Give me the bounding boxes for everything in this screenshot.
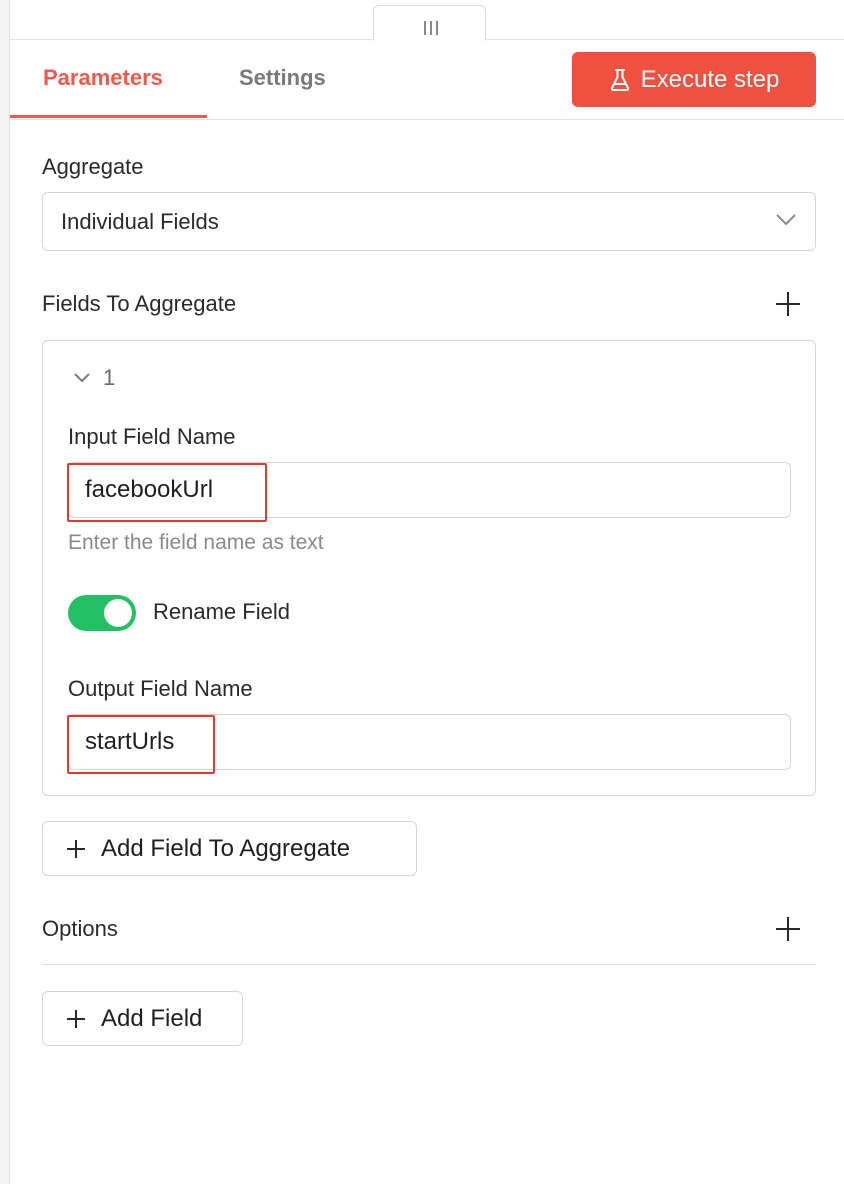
tab-bar: Parameters Settings Execute step: [10, 40, 844, 120]
drag-handle[interactable]: [373, 5, 486, 41]
active-tab-indicator: [10, 115, 207, 118]
fields-to-aggregate-label: Fields To Aggregate: [42, 291, 237, 316]
drag-handle-icon: [424, 21, 438, 35]
rename-field-label: Rename Field: [153, 599, 290, 624]
item-index: 1: [103, 365, 116, 390]
chevron-down-icon: [74, 373, 90, 383]
toggle-knob: [104, 599, 132, 627]
options-divider: [42, 964, 816, 965]
chevron-down-icon: [776, 214, 796, 226]
left-rail: [0, 0, 10, 1184]
input-field-name-input[interactable]: facebookUrl: [68, 462, 791, 518]
aggregate-label: Aggregate: [42, 154, 144, 179]
add-field-to-aggregate-button[interactable]: Add Field To Aggregate: [42, 821, 417, 876]
flask-icon: [610, 68, 629, 91]
collapse-toggle[interactable]: 1: [73, 365, 115, 391]
execute-step-button[interactable]: Execute step: [572, 52, 816, 107]
input-field-hint: Enter the field name as text: [68, 531, 324, 554]
add-option-plus-icon[interactable]: [776, 917, 800, 941]
rename-field-toggle[interactable]: [68, 595, 136, 631]
aggregate-select-value: Individual Fields: [61, 209, 219, 234]
tab-settings[interactable]: Settings: [239, 65, 326, 91]
input-field-name-label: Input Field Name: [68, 424, 236, 449]
add-field-to-aggregate-label: Add Field To Aggregate: [101, 834, 351, 862]
add-field-plus-icon[interactable]: [776, 292, 800, 316]
options-label: Options: [42, 916, 118, 941]
output-field-name-input[interactable]: startUrls: [68, 714, 791, 770]
add-field-button[interactable]: Add Field: [42, 991, 243, 1046]
plus-icon: [67, 839, 85, 858]
output-field-name-label: Output Field Name: [68, 676, 253, 701]
execute-step-label: Execute step: [640, 65, 780, 93]
fields-collection-item: 1 Input Field Name facebookUrl Enter the…: [42, 340, 816, 796]
plus-icon: [67, 1009, 85, 1028]
add-field-label: Add Field: [101, 1004, 203, 1032]
tab-parameters[interactable]: Parameters: [43, 65, 163, 91]
aggregate-select[interactable]: Individual Fields: [42, 192, 816, 251]
